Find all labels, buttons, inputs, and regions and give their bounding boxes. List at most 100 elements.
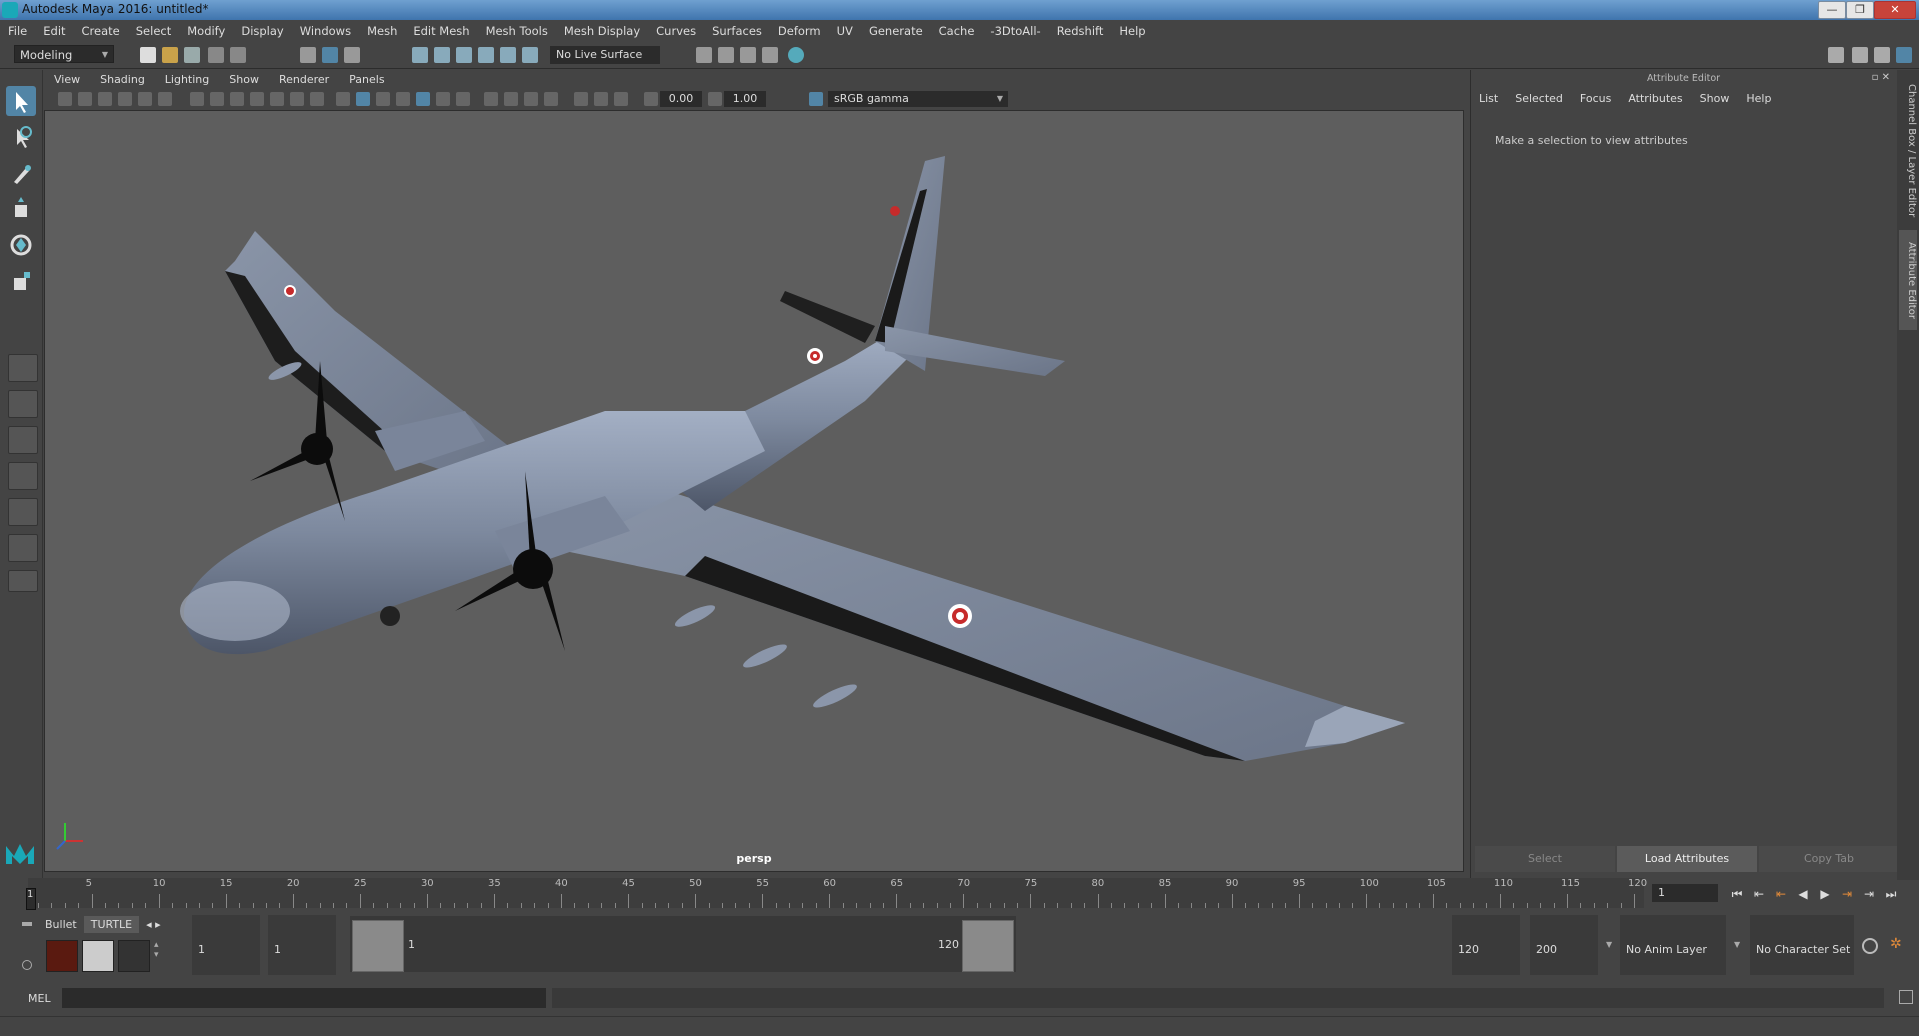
persp-outliner-layout-icon[interactable] (8, 426, 38, 454)
motion-blur-icon[interactable] (484, 92, 498, 106)
four-view-layout-icon[interactable] (8, 390, 38, 418)
snap-view-plane-icon[interactable] (478, 47, 494, 63)
select-hierarchy-icon[interactable] (300, 47, 316, 63)
ae-menu-attributes[interactable]: Attributes (1628, 92, 1691, 105)
outliner-persp-layout-icon[interactable] (8, 498, 38, 526)
ipr-render-icon[interactable] (740, 47, 756, 63)
ae-menu-selected[interactable]: Selected (1515, 92, 1572, 105)
step-forward-frame-icon[interactable]: ⇥ (1860, 886, 1878, 902)
anim-layer-selector[interactable]: No Anim Layer (1620, 915, 1726, 975)
current-frame-field[interactable]: 1 (1652, 884, 1718, 902)
play-forwards-icon[interactable]: ▶ (1816, 886, 1834, 902)
menu-mesh[interactable]: Mesh (359, 24, 405, 38)
safe-title-icon[interactable] (310, 92, 324, 106)
new-scene-icon[interactable] (140, 47, 156, 63)
camera-attributes-icon[interactable] (78, 92, 92, 106)
ae-menu-focus[interactable]: Focus (1580, 92, 1620, 105)
step-forward-key-icon[interactable]: ⇥ (1838, 886, 1856, 902)
vp-menu-renderer[interactable]: Renderer (269, 73, 339, 86)
xray-icon[interactable] (574, 92, 588, 106)
menu-help[interactable]: Help (1111, 24, 1153, 38)
undo-icon[interactable] (208, 47, 224, 63)
perspective-viewport[interactable]: persp (44, 110, 1464, 872)
menu-select[interactable]: Select (128, 24, 179, 38)
material-sphere-shelf-icon[interactable] (118, 940, 150, 972)
step-back-frame-icon[interactable]: ⇤ (1750, 886, 1768, 902)
auto-key-icon[interactable] (1862, 938, 1878, 954)
anim-layer-dropdown-arrow-icon[interactable]: ▼ (1606, 940, 1612, 949)
channel-box-toggle-icon[interactable] (1874, 47, 1890, 63)
vp-menu-panels[interactable]: Panels (339, 73, 394, 86)
shelf-scroll-icon[interactable]: ▴ ▾ (154, 940, 159, 960)
snap-point-icon[interactable] (456, 47, 472, 63)
paint-select-tool-icon[interactable] (6, 158, 36, 188)
range-start-handle[interactable] (352, 920, 404, 972)
hypershade-persp-layout-icon[interactable] (8, 534, 38, 562)
menu-file[interactable]: File (0, 24, 35, 38)
snap-live-icon[interactable] (500, 47, 516, 63)
modeling-toolkit-icon[interactable] (1828, 47, 1844, 63)
menu-cache[interactable]: Cache (931, 24, 983, 38)
maximize-button[interactable]: ❐ (1846, 1, 1874, 19)
screen-space-ao-icon[interactable] (456, 92, 470, 106)
go-to-end-icon[interactable]: ⏭ (1882, 886, 1900, 902)
redo-icon[interactable] (230, 47, 246, 63)
script-editor-icon[interactable] (1899, 990, 1913, 1004)
ae-load-attributes-button[interactable]: Load Attributes (1617, 846, 1757, 872)
lasso-tool-icon[interactable] (6, 122, 36, 152)
film-gate-icon[interactable] (210, 92, 224, 106)
ae-select-button[interactable]: Select (1475, 846, 1615, 872)
multisample-aa-icon[interactable] (504, 92, 518, 106)
gamma-icon[interactable] (708, 92, 722, 106)
safe-action-icon[interactable] (290, 92, 304, 106)
bookmark-icon[interactable] (98, 92, 112, 106)
bake-shelf-icon[interactable] (82, 940, 114, 972)
gamma-field[interactable]: 1.00 (724, 91, 766, 107)
render-view-icon[interactable] (696, 47, 712, 63)
isolate-select-icon[interactable] (544, 92, 558, 106)
attribute-editor-tab[interactable]: Attribute Editor (1899, 230, 1917, 330)
exposure-field[interactable]: 0.00 (660, 91, 702, 107)
bullet-fire-shelf-icon[interactable] (46, 940, 78, 972)
animation-start-field[interactable]: 1 (192, 915, 260, 975)
character-set-selector[interactable]: No Character Set (1750, 915, 1854, 975)
menu-mesh-display[interactable]: Mesh Display (556, 24, 648, 38)
playback-start-field[interactable]: 1 (268, 915, 336, 975)
attribute-editor-toggle-icon[interactable] (1896, 47, 1912, 63)
field-chart-icon[interactable] (270, 92, 284, 106)
shadows-icon[interactable] (436, 92, 450, 106)
xray-joints-icon[interactable] (614, 92, 628, 106)
save-scene-icon[interactable] (184, 47, 200, 63)
open-scene-icon[interactable] (162, 47, 178, 63)
select-camera-icon[interactable] (58, 92, 72, 106)
select-component-icon[interactable] (344, 47, 360, 63)
scale-tool-icon[interactable] (6, 266, 36, 296)
outliner-icon[interactable] (1852, 47, 1868, 63)
2d-pan-zoom-icon[interactable] (138, 92, 152, 106)
playback-end-field[interactable]: 120 (1452, 915, 1520, 975)
menu-uv[interactable]: UV (829, 24, 861, 38)
aircraft-model[interactable] (45, 111, 1464, 872)
render-settings-icon[interactable] (762, 47, 778, 63)
snap-magnet-icon[interactable] (522, 47, 538, 63)
select-tool-icon[interactable] (6, 86, 36, 116)
vp-menu-show[interactable]: Show (219, 73, 269, 86)
single-perspective-layout-icon[interactable] (8, 354, 38, 382)
shelf-tab-turtle[interactable]: TURTLE (83, 916, 140, 933)
rotate-tool-icon[interactable] (6, 230, 36, 260)
select-object-icon[interactable] (322, 47, 338, 63)
menu-generate[interactable]: Generate (861, 24, 931, 38)
menu-edit-mesh[interactable]: Edit Mesh (405, 24, 477, 38)
image-plane-icon[interactable] (118, 92, 132, 106)
menu-windows[interactable]: Windows (292, 24, 359, 38)
menu-deform[interactable]: Deform (770, 24, 829, 38)
go-to-start-icon[interactable]: ⏮ (1728, 886, 1746, 902)
wireframe-on-shaded-icon[interactable] (376, 92, 390, 106)
menu-redshift[interactable]: Redshift (1049, 24, 1112, 38)
grid-icon[interactable] (190, 92, 204, 106)
snap-curve-icon[interactable] (434, 47, 450, 63)
menu-modify[interactable]: Modify (179, 24, 233, 38)
close-button[interactable]: ✕ (1874, 1, 1916, 19)
menu-surfaces[interactable]: Surfaces (704, 24, 770, 38)
range-slider[interactable]: 1 120 (350, 916, 1016, 972)
